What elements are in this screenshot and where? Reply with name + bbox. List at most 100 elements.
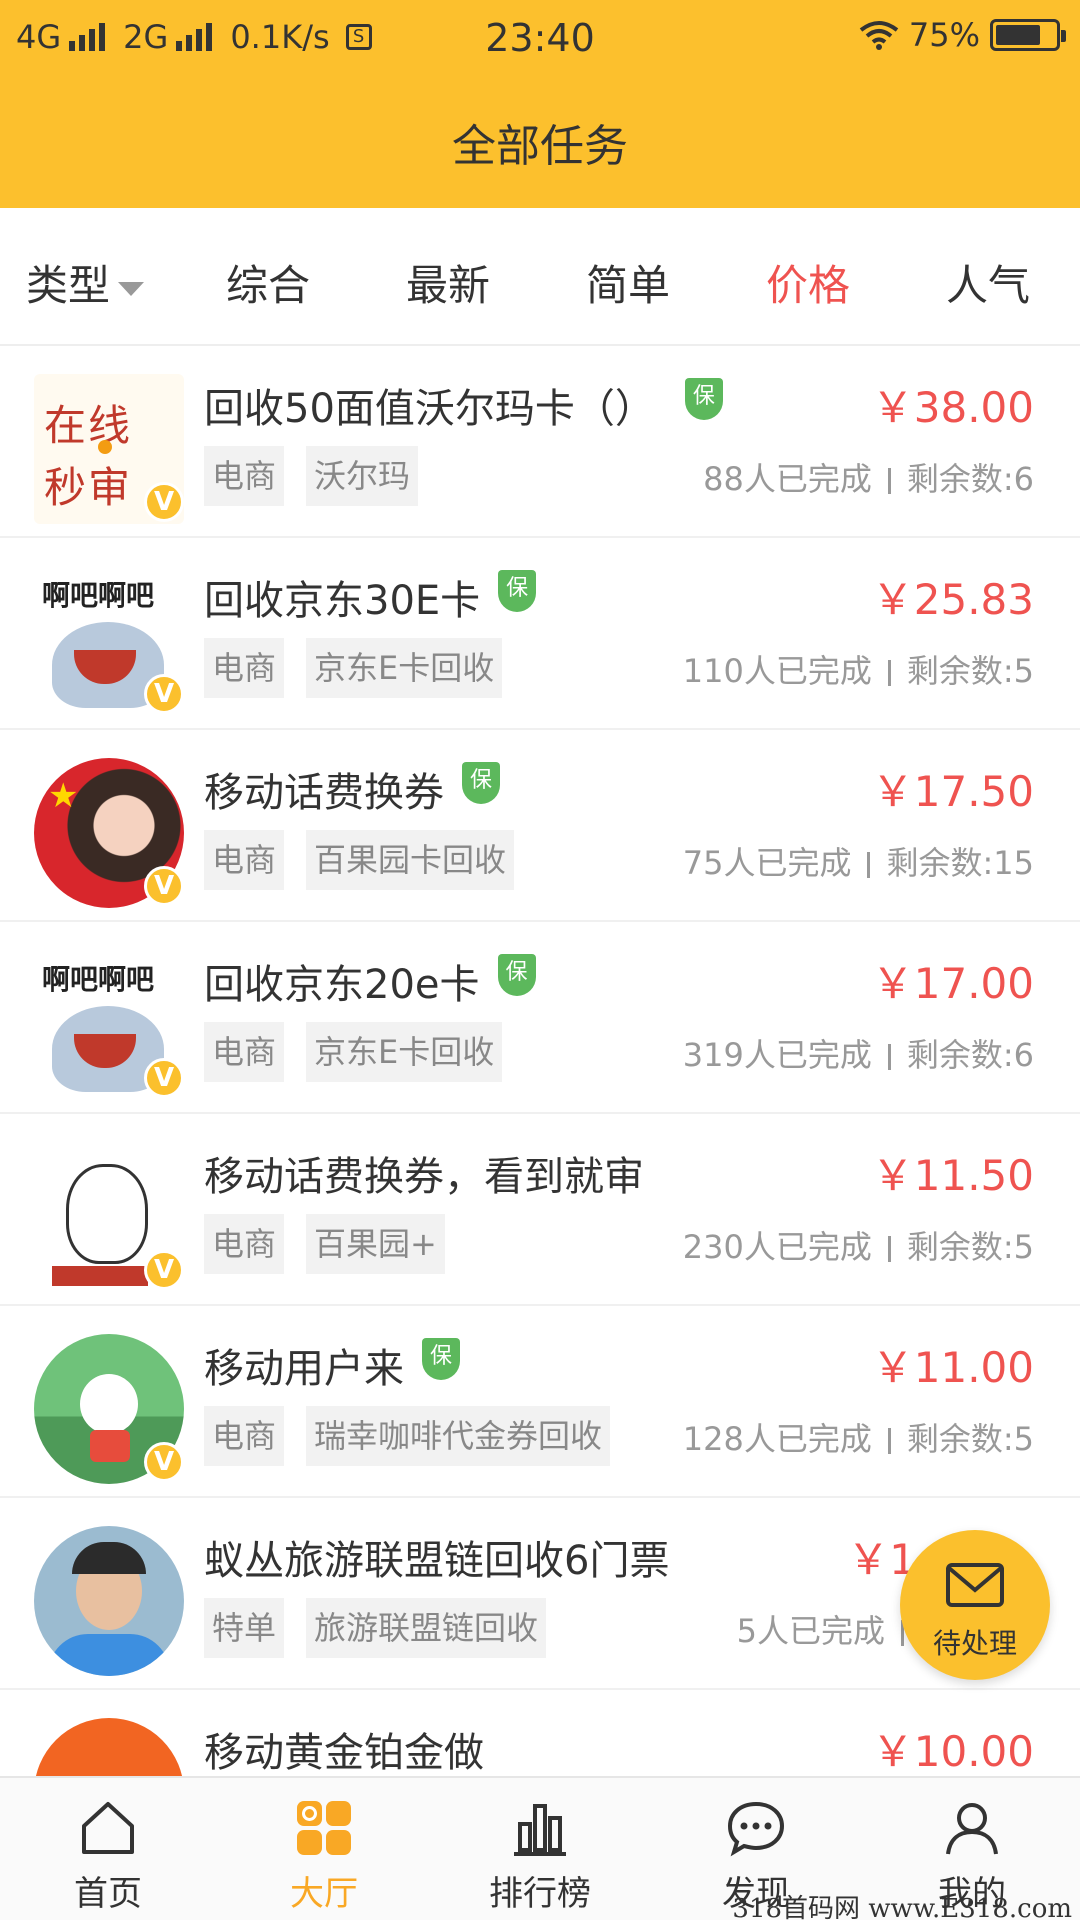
caret-down-icon — [118, 281, 145, 296]
task-row[interactable]: V 移动用户来保 ￥11.00 电商 瑞幸咖啡代金券回收 128人已完成 剩余数:… — [0, 1306, 1080, 1498]
task-title: 回收京东20e卡保 — [204, 952, 536, 1010]
divider — [887, 468, 891, 494]
remaining-count: 剩余数:6 — [906, 1036, 1034, 1074]
task-row[interactable]: 移动黄金铂金做 ￥10.00 — [0, 1690, 1080, 1776]
status-bar: 4G 2G 0.1K/s S 23:40 75% — [0, 0, 1080, 76]
task-title-text: 移动话费换券，看到就审 — [204, 1154, 644, 1200]
task-title: 移动话费换券，看到就审 — [204, 1144, 644, 1202]
battery-level — [996, 25, 1040, 45]
task-tag: 沃尔玛 — [306, 446, 419, 506]
divider — [887, 1428, 891, 1454]
task-title-text: 移动黄金铂金做 — [204, 1730, 484, 1776]
task-row[interactable]: 在线 秒审 V 回收50面值沃尔玛卡（） 保 ￥38.00 电商 沃尔玛 88人已… — [0, 346, 1080, 538]
pending-button[interactable]: 待处理 — [900, 1530, 1050, 1680]
verified-badge-icon: V — [144, 1058, 184, 1098]
task-price: ￥10.00 — [871, 1727, 1034, 1776]
guarantee-shield-icon: 保 — [684, 378, 723, 420]
task-price: ￥11.50 — [871, 1151, 1034, 1200]
nav-hall[interactable]: 大厅 — [216, 1778, 432, 1920]
task-tag: 电商 — [204, 638, 285, 698]
task-title: 回收京东30E卡保 — [204, 568, 537, 626]
completed-count: 110人已完成 — [682, 652, 872, 690]
chat-bubble-icon — [727, 1801, 785, 1857]
guarantee-shield-icon: 保 — [422, 1338, 460, 1380]
tab-newest[interactable]: 最新 — [406, 252, 490, 313]
completed-count: 5人已完成 — [736, 1612, 885, 1650]
avatar-text: 在线 — [44, 401, 133, 450]
tab-popularity[interactable]: 人气 — [946, 252, 1030, 313]
task-tag: 电商 — [204, 1022, 285, 1082]
battery-percent: 75% — [908, 16, 980, 54]
completed-count: 230人已完成 — [682, 1228, 872, 1266]
gift-icon — [90, 1430, 130, 1462]
task-title-text: 移动话费换券 — [204, 770, 444, 816]
cartoon-icon — [80, 1374, 138, 1434]
tab-simple[interactable]: 简单 — [586, 252, 670, 313]
task-title: 回收50面值沃尔玛卡（） 保 — [204, 376, 723, 434]
task-title: 移动用户来保 — [204, 1336, 460, 1394]
task-tag: 电商 — [204, 1214, 285, 1274]
task-price: ￥25.83 — [871, 575, 1034, 624]
divider — [887, 660, 891, 686]
tab-overall[interactable]: 综合 — [226, 252, 310, 313]
pending-label: 待处理 — [932, 1627, 1017, 1660]
verified-badge-icon: V — [144, 1442, 184, 1482]
tab-type[interactable]: 类型 — [26, 252, 145, 313]
task-row[interactable]: 啊吧啊吧 V 回收京东20e卡保 ￥17.00 电商 京东E卡回收 319人已完… — [0, 922, 1080, 1114]
task-price: ￥17.50 — [871, 767, 1034, 816]
filter-tabs: 类型 综合 最新 简单 价格 人气 — [0, 208, 1080, 346]
nav-home[interactable]: 首页 — [0, 1778, 216, 1920]
nav-ranking[interactable]: 排行榜 — [432, 1778, 648, 1920]
task-title-text: 蚁丛旅游联盟链回收6门票 — [204, 1538, 670, 1584]
avatar — [34, 1526, 184, 1676]
hair-icon — [72, 1542, 146, 1574]
task-tag: 京东E卡回收 — [306, 638, 503, 698]
completed-count: 128人已完成 — [682, 1420, 872, 1458]
page-title: 全部任务 — [452, 121, 628, 172]
remaining-count: 剩余数:5 — [906, 652, 1034, 690]
verified-badge-icon: V — [144, 674, 184, 714]
remaining-count: 剩余数:5 — [906, 1420, 1034, 1458]
banner-icon — [52, 1266, 148, 1286]
task-row[interactable]: ★ V 移动话费换券保 ￥17.50 电商 百果园卡回收 75人已完成 剩余数:1… — [0, 730, 1080, 922]
verified-badge-icon: V — [144, 866, 184, 906]
header-bar: 4G 2G 0.1K/s S 23:40 75% 全部任务 — [0, 0, 1080, 208]
remaining-count: 剩余数:5 — [906, 1228, 1034, 1266]
watermark-text: 318首码网 www.E318.com — [732, 1894, 1072, 1920]
remaining-count: 剩余数:6 — [906, 460, 1034, 498]
emoji-icon — [98, 440, 112, 454]
status-right: 75% — [859, 16, 1066, 54]
potato-icon — [66, 1164, 148, 1264]
battery-icon — [990, 19, 1066, 51]
task-row[interactable]: V 移动话费换券，看到就审 ￥11.50 电商 百果园+ 230人已完成 剩余数:… — [0, 1114, 1080, 1306]
verified-badge-icon: V — [144, 482, 184, 522]
task-tag: 特单 — [204, 1598, 285, 1658]
tab-type-label: 类型 — [26, 261, 111, 310]
task-price: ￥17.00 — [871, 959, 1034, 1008]
task-stats: 230人已完成 剩余数:5 — [683, 1222, 1034, 1268]
task-tag: 京东E卡回收 — [306, 1022, 503, 1082]
guarantee-shield-icon: 保 — [497, 954, 536, 996]
avatar — [34, 1718, 184, 1776]
task-tag: 瑞幸咖啡代金券回收 — [306, 1406, 611, 1466]
task-tag: 电商 — [204, 830, 285, 890]
divider — [887, 1236, 891, 1262]
task-tag: 旅游联盟链回收 — [306, 1598, 547, 1658]
task-title-text: 回收京东30E卡 — [204, 578, 481, 624]
task-title: 蚁丛旅游联盟链回收6门票 — [204, 1528, 669, 1586]
bar-chart-icon — [514, 1804, 566, 1856]
completed-count: 319人已完成 — [682, 1036, 872, 1074]
task-stats: 319人已完成 剩余数:6 — [683, 1030, 1034, 1076]
task-stats: 110人已完成 剩余数:5 — [683, 646, 1034, 692]
task-row[interactable]: 啊吧啊吧 V 回收京东30E卡保 ￥25.83 电商 京东E卡回收 110人已完… — [0, 538, 1080, 730]
shirt-icon — [48, 1634, 170, 1676]
task-title-text: 回收50面值沃尔玛卡（） — [204, 386, 655, 432]
nav-hall-label: 大厅 — [290, 1874, 358, 1914]
tab-price[interactable]: 价格 — [766, 252, 850, 313]
task-tag: 百果园卡回收 — [306, 830, 515, 890]
remaining-count: 剩余数:15 — [886, 844, 1034, 882]
task-title-text: 移动用户来 — [204, 1346, 404, 1392]
divider — [887, 1044, 891, 1070]
task-stats: 88人已完成 剩余数:6 — [703, 454, 1034, 500]
task-title: 移动话费换券保 — [204, 760, 500, 818]
